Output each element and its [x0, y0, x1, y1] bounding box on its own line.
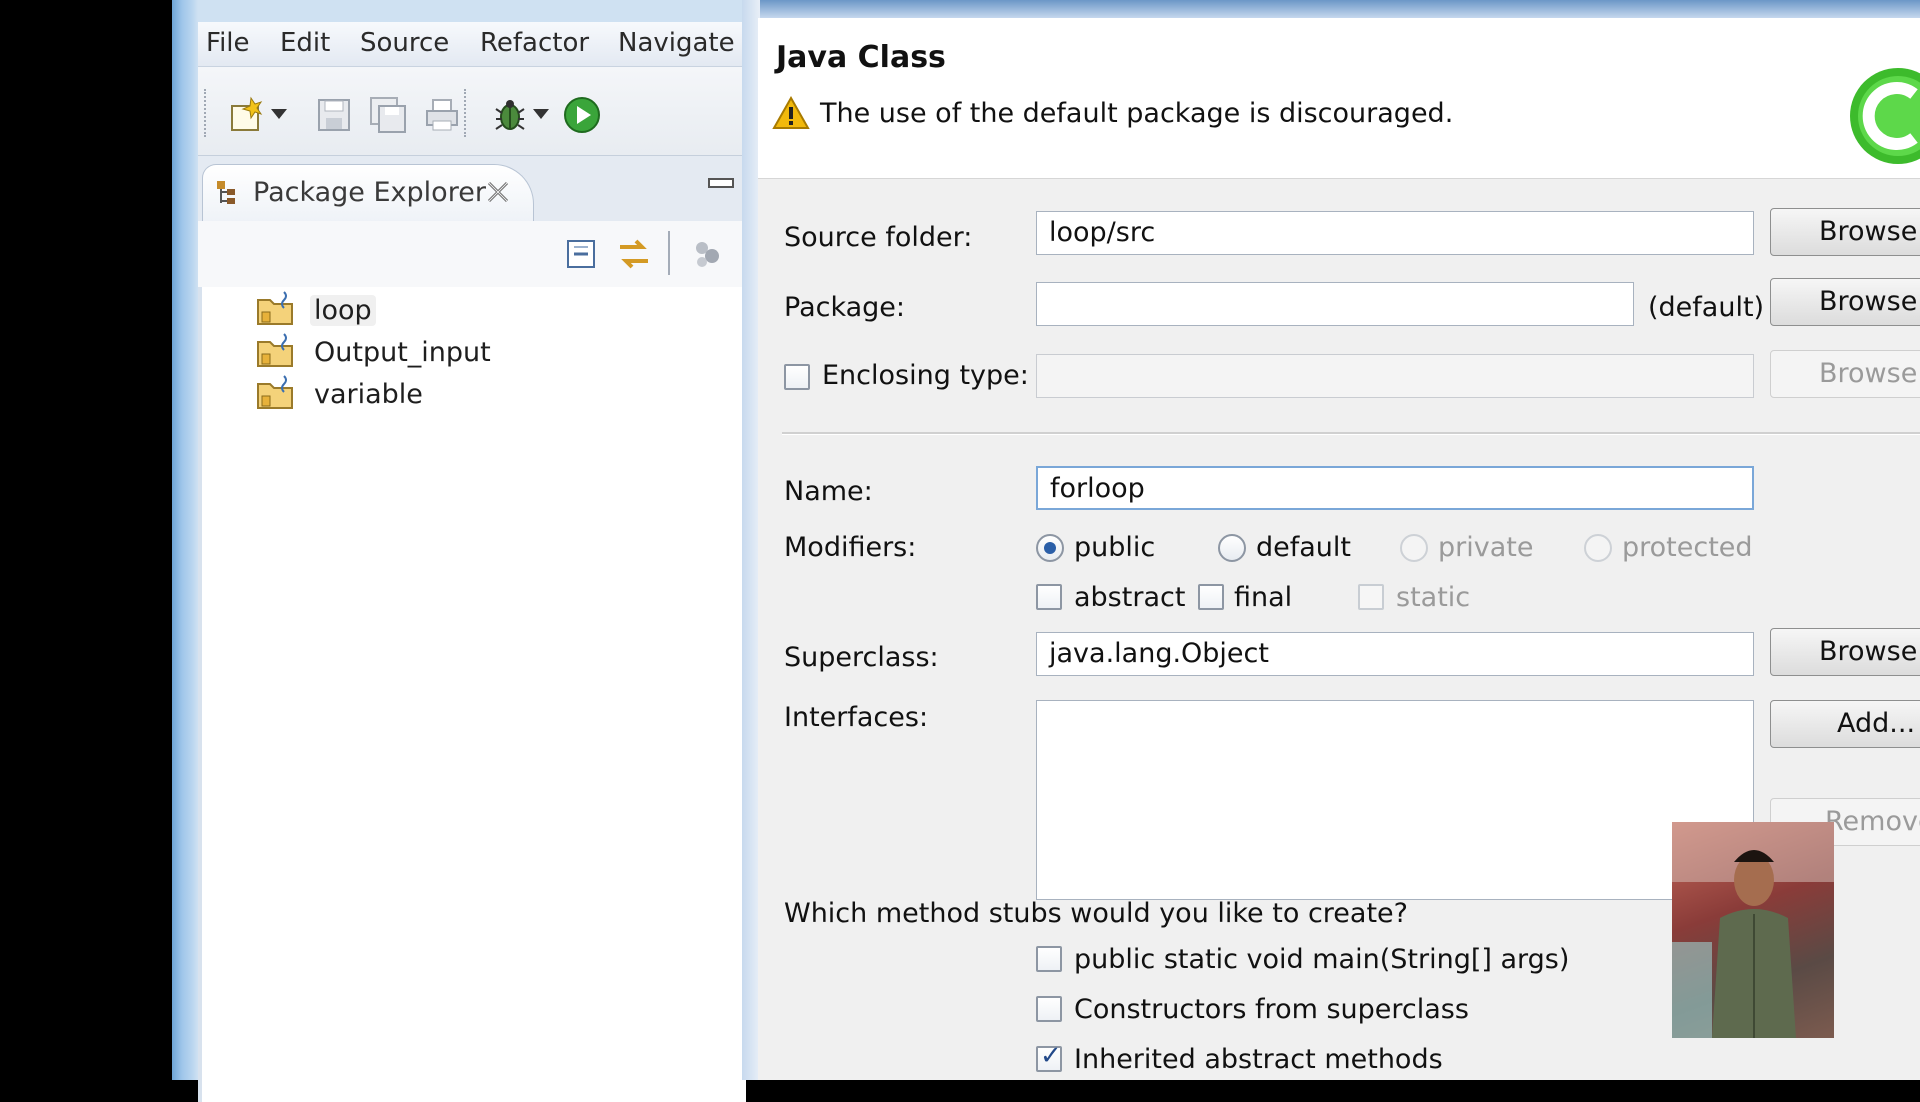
class-name-field[interactable]: forloop — [1036, 466, 1754, 510]
source-folder-browse-button[interactable]: Browse... — [1770, 208, 1920, 256]
package-explorer-tree: loop Output_input variable — [198, 287, 746, 1102]
menu-file[interactable]: File — [206, 28, 250, 58]
dialog-header: Java Class The use of the default packag… — [758, 18, 1920, 179]
tree-item-variable[interactable]: variable — [256, 375, 427, 413]
debug-icon[interactable] — [488, 93, 532, 137]
modifier-final-label: final — [1234, 582, 1293, 613]
modifier-static-checkbox[interactable] — [1358, 584, 1384, 610]
warning-message: The use of the default package is discou… — [820, 98, 1454, 129]
close-icon[interactable] — [485, 179, 511, 209]
menu-refactor[interactable]: Refactor — [480, 28, 589, 58]
modifier-protected-radio[interactable] — [1584, 534, 1612, 562]
superclass-browse-button[interactable]: Browse... — [1770, 628, 1920, 676]
menu-navigate[interactable]: Navigate — [618, 28, 735, 58]
package-explorer-toolbar — [198, 221, 742, 288]
name-label: Name: — [784, 476, 873, 507]
package-explorer-icon — [215, 179, 243, 213]
stub-constructors-label: Constructors from superclass — [1074, 994, 1469, 1025]
stub-main-label: public static void main(String[] args) — [1074, 944, 1570, 975]
package-default-suffix: (default) — [1648, 292, 1765, 323]
dialog-title-bar — [742, 0, 1920, 18]
main-toolbar — [198, 67, 742, 155]
dialog-title: Java Class — [776, 40, 946, 75]
modifier-private-label: private — [1438, 532, 1534, 563]
chevron-down-icon[interactable] — [270, 105, 288, 123]
modifier-default-radio[interactable] — [1218, 534, 1246, 562]
toolbar-separator — [668, 231, 670, 275]
tree-item-label: Output_input — [314, 336, 491, 368]
save-icon[interactable] — [314, 95, 354, 135]
package-label: Package: — [784, 292, 906, 323]
modifier-private-radio[interactable] — [1400, 534, 1428, 562]
stub-inherited-abstract-checkbox[interactable] — [1036, 1041, 1062, 1072]
interfaces-add-button[interactable]: Add... — [1770, 700, 1920, 748]
new-icon[interactable] — [228, 95, 268, 135]
enclosing-type-browse-button[interactable]: Browse... — [1770, 350, 1920, 398]
package-browse-button[interactable]: Browse... — [1770, 278, 1920, 326]
print-icon[interactable] — [422, 95, 462, 135]
tree-item-loop[interactable]: loop — [256, 291, 376, 329]
modifier-public-radio[interactable] — [1036, 534, 1064, 562]
menu-bar: File Edit Source Refactor Navigate — [198, 22, 742, 67]
method-stubs-question: Which method stubs would you like to cre… — [784, 898, 1408, 929]
run-icon[interactable] — [560, 93, 604, 137]
modifier-abstract-checkbox[interactable] — [1036, 584, 1062, 610]
package-explorer-tabbar: Package Explorer — [198, 155, 742, 223]
warning-icon — [772, 95, 810, 134]
class-wizard-logo-icon — [1838, 58, 1920, 172]
modifier-protected-label: protected — [1622, 532, 1753, 563]
java-project-icon — [256, 374, 296, 414]
toolbar-separator — [204, 89, 208, 137]
chevron-down-icon[interactable] — [532, 105, 550, 123]
menu-edit[interactable]: Edit — [280, 28, 330, 58]
package-explorer-title: Package Explorer — [253, 177, 486, 208]
tree-item-label: loop — [310, 294, 376, 326]
superclass-label: Superclass: — [784, 642, 939, 673]
stub-main-checkbox[interactable] — [1036, 946, 1062, 972]
source-folder-field[interactable]: loop/src — [1036, 211, 1754, 255]
package-field[interactable] — [1036, 282, 1634, 326]
view-menu-icon[interactable] — [692, 239, 724, 273]
java-project-icon — [256, 332, 296, 372]
modifier-final-checkbox[interactable] — [1198, 584, 1224, 610]
java-project-icon — [256, 290, 296, 330]
enclosing-type-checkbox[interactable] — [784, 364, 810, 390]
interfaces-list[interactable] — [1036, 700, 1754, 900]
enclosing-type-label: Enclosing type: — [822, 360, 1029, 391]
collapse-all-icon[interactable] — [566, 239, 596, 273]
webcam-overlay — [1672, 822, 1834, 1038]
menu-source[interactable]: Source — [360, 28, 449, 58]
toolbar-separator — [464, 89, 468, 137]
interfaces-label: Interfaces: — [784, 702, 929, 733]
tree-item-label: variable — [314, 378, 423, 410]
tree-item-output-input[interactable]: Output_input — [256, 333, 495, 371]
package-explorer-tab[interactable]: Package Explorer — [202, 164, 534, 223]
stub-constructors-checkbox[interactable] — [1036, 996, 1062, 1022]
eclipse-window: File Edit Source Refactor Navigate Packa… — [198, 22, 746, 1102]
stub-inherited-abstract-label: Inherited abstract methods — [1074, 1044, 1443, 1075]
modifiers-label: Modifiers: — [784, 532, 917, 563]
source-folder-label: Source folder: — [784, 222, 973, 253]
modifier-default-label: default — [1256, 532, 1352, 563]
modifier-public-label: public — [1074, 532, 1156, 563]
minimize-icon[interactable] — [708, 178, 734, 188]
save-all-icon[interactable] — [368, 95, 408, 135]
modifier-abstract-label: abstract — [1074, 582, 1186, 613]
enclosing-type-field[interactable] — [1036, 354, 1754, 398]
separator — [782, 432, 1920, 435]
desktop-background — [0, 0, 172, 1080]
link-with-editor-icon[interactable] — [616, 237, 652, 275]
superclass-field[interactable]: java.lang.Object — [1036, 632, 1754, 676]
modifier-static-label: static — [1396, 582, 1471, 613]
